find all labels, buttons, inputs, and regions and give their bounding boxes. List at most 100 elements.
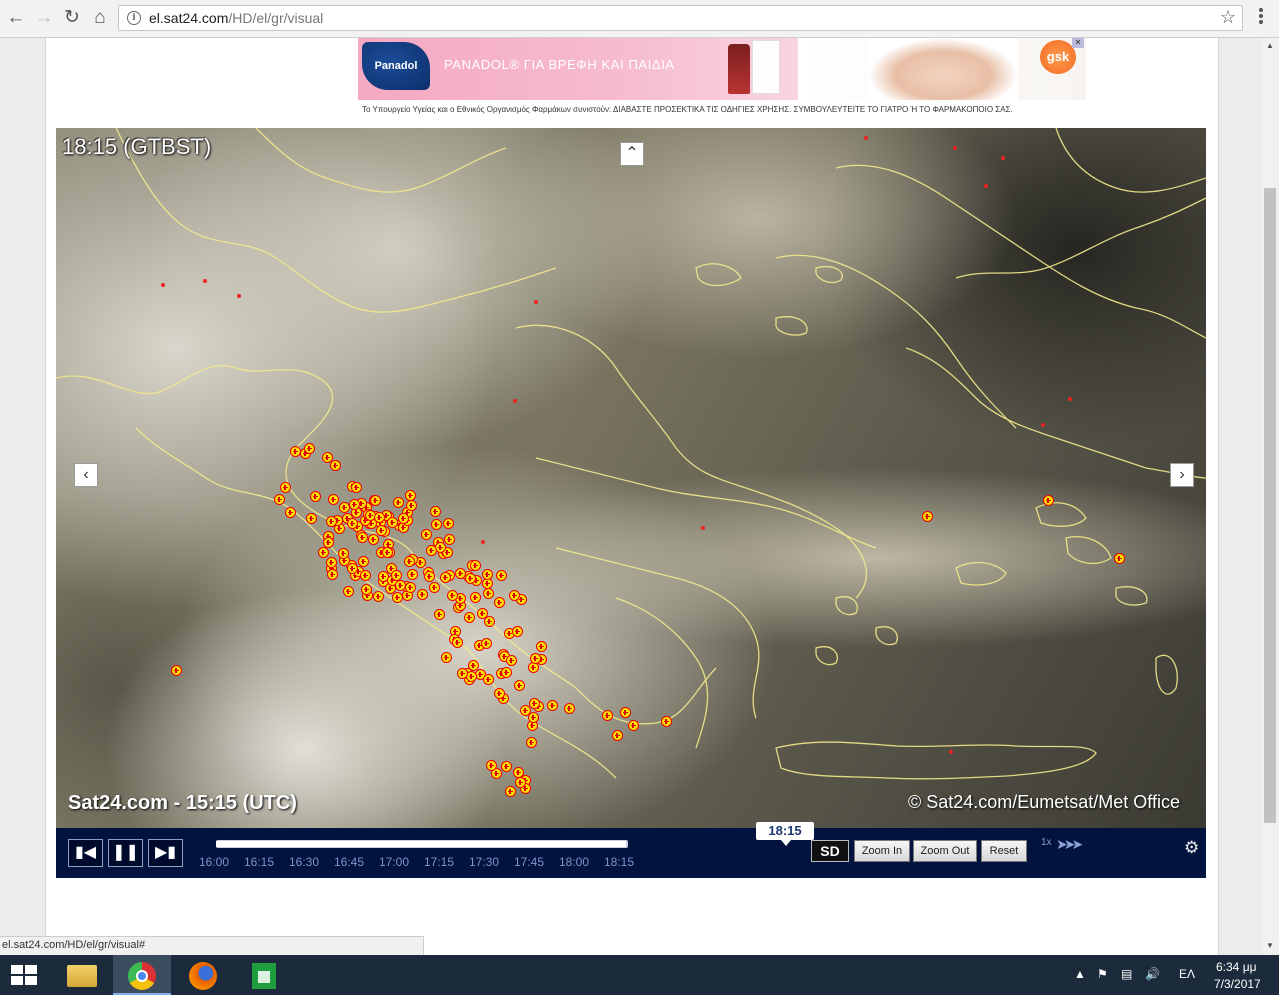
address-url[interactable]: el.sat24.com/HD/el/gr/visual (149, 10, 323, 26)
scroll-down-arrow-icon[interactable]: ▼ (1266, 941, 1274, 950)
store-icon (252, 963, 276, 989)
url-host: el.sat24.com (149, 10, 229, 26)
ad-disclaimer-prefix: Το Υπουργείο Υγείας και ο Εθνικός Οργανι… (362, 105, 612, 114)
station-dot (1001, 156, 1005, 160)
time-label[interactable]: 16:00 (199, 855, 229, 869)
time-label[interactable]: 16:45 (334, 855, 364, 869)
taskbar-file-explorer[interactable] (52, 955, 110, 995)
lightning-marker (347, 563, 358, 574)
lightning-marker (280, 482, 291, 493)
zoom-in-button[interactable]: Zoom In (854, 840, 910, 862)
station-dot (161, 283, 165, 287)
lightning-marker (426, 545, 437, 556)
home-icon[interactable]: ⌂ (88, 6, 112, 30)
scroll-up-arrow-icon[interactable]: ▲ (1266, 41, 1274, 50)
time-label[interactable]: 17:00 (379, 855, 409, 869)
lightning-marker (564, 703, 575, 714)
skip-to-start-icon[interactable]: ▮◀ (68, 839, 103, 867)
lightning-marker (506, 655, 517, 666)
fast-forward-icon[interactable]: ➤➤➤ (1056, 836, 1083, 853)
time-label[interactable]: 16:15 (244, 855, 274, 869)
lightning-marker (373, 591, 384, 602)
ad-banner[interactable]: Panadol PANADOL® ΓΙΑ ΒΡΕΦΗ ΚΑΙ ΠΑΙΔΙΑ gs… (358, 38, 1086, 118)
lightning-marker (514, 680, 525, 691)
chevron-up-icon[interactable]: ⌃ (620, 142, 644, 166)
action-center-flag-icon[interactable]: ⚑ (1097, 967, 1108, 981)
lightning-marker (322, 452, 333, 463)
volume-icon[interactable]: 🔊 (1145, 967, 1160, 981)
lightning-marker (361, 584, 372, 595)
sd-quality-button[interactable]: SD (811, 840, 849, 862)
time-label[interactable]: 17:15 (424, 855, 454, 869)
browser-menu-icon[interactable] (1253, 8, 1269, 28)
time-label[interactable]: 16:30 (289, 855, 319, 869)
time-label[interactable]: 18:00 (559, 855, 589, 869)
chrome-icon (128, 962, 156, 990)
show-hidden-icons-icon[interactable]: ▲ (1074, 967, 1086, 981)
scroll-thumb[interactable] (1264, 188, 1276, 823)
lightning-marker (370, 495, 381, 506)
time-label[interactable]: 18:15 (604, 855, 634, 869)
medicine-bottle-image (728, 44, 750, 94)
chevron-right-icon[interactable]: › (1170, 463, 1194, 487)
lightning-marker (349, 499, 360, 510)
reset-button[interactable]: Reset (981, 840, 1027, 862)
lightning-marker (434, 609, 445, 620)
reload-icon[interactable]: ↻ (60, 6, 84, 30)
lightning-marker (405, 490, 416, 501)
info-icon[interactable]: i (127, 11, 141, 25)
address-bar[interactable]: i el.sat24.com/HD/el/gr/visual ☆ (118, 5, 1243, 31)
lightning-marker (526, 737, 537, 748)
settings-gear-icon[interactable]: ⚙ (1184, 838, 1199, 858)
lightning-marker (393, 497, 404, 508)
lightning-marker (512, 626, 523, 637)
language-indicator[interactable]: ΕΛ (1179, 967, 1195, 981)
lightning-marker (395, 580, 406, 591)
lightning-marker (529, 698, 540, 709)
lightning-marker (343, 586, 354, 597)
clock-date[interactable]: 7/3/2017 (1214, 977, 1261, 991)
lightning-marker (392, 592, 403, 603)
taskbar-firefox[interactable] (174, 955, 232, 995)
back-arrow-icon[interactable]: ← (4, 6, 28, 30)
lightning-marker (407, 569, 418, 580)
animation-controls: ▮◀ ❚❚ ▶▮ 18:15 16:00 16:15 16:30 16:45 1… (56, 822, 1206, 878)
network-icon[interactable]: ▤ (1121, 967, 1132, 981)
firefox-icon (189, 962, 217, 990)
lightning-marker (494, 688, 505, 699)
windows-taskbar: ▲ ⚑ ▤ 🔊 ΕΛ 6:34 μμ 7/3/2017 (0, 955, 1279, 995)
lightning-marker (304, 443, 315, 454)
station-dot (949, 750, 953, 754)
start-button[interactable] (0, 955, 58, 995)
lightning-marker (547, 700, 558, 711)
zoom-out-button[interactable]: Zoom Out (913, 840, 977, 862)
timeline-slider[interactable]: 18:15 (216, 822, 814, 848)
station-dot (203, 279, 207, 283)
lightning-marker (452, 637, 463, 648)
chevron-left-icon[interactable]: ‹ (74, 463, 98, 487)
clock-time[interactable]: 6:34 μμ (1216, 960, 1257, 974)
taskbar-chrome[interactable] (113, 955, 171, 995)
pause-icon[interactable]: ❚❚ (108, 839, 143, 867)
lightning-marker (405, 582, 416, 593)
skip-to-end-icon[interactable]: ▶▮ (148, 839, 183, 867)
bookmark-star-icon[interactable]: ☆ (1220, 7, 1236, 28)
lightning-marker (421, 529, 432, 540)
station-dot (481, 540, 485, 544)
page-scrollbar[interactable]: ▲ ▼ (1262, 38, 1279, 955)
browser-toolbar: ← → ↻ ⌂ i el.sat24.com/HD/el/gr/visual ☆ (0, 0, 1279, 38)
lightning-marker (530, 653, 541, 664)
time-label[interactable]: 17:30 (469, 855, 499, 869)
lightning-marker (351, 482, 362, 493)
map-utc-watermark: Sat24.com - 15:15 (UTC) (68, 792, 297, 814)
station-dot (534, 300, 538, 304)
taskbar-store[interactable] (235, 955, 293, 995)
time-label[interactable]: 17:45 (514, 855, 544, 869)
lightning-marker (430, 506, 441, 517)
lightning-marker (374, 512, 385, 523)
ad-close-icon[interactable]: ✕ (1072, 38, 1084, 48)
lightning-marker (528, 712, 539, 723)
forward-arrow-icon[interactable]: → (32, 6, 56, 30)
satellite-map[interactable]: 18:15 (GTBST) Sat24.com - 15:15 (UTC) © … (56, 128, 1206, 828)
lightning-marker (440, 572, 451, 583)
